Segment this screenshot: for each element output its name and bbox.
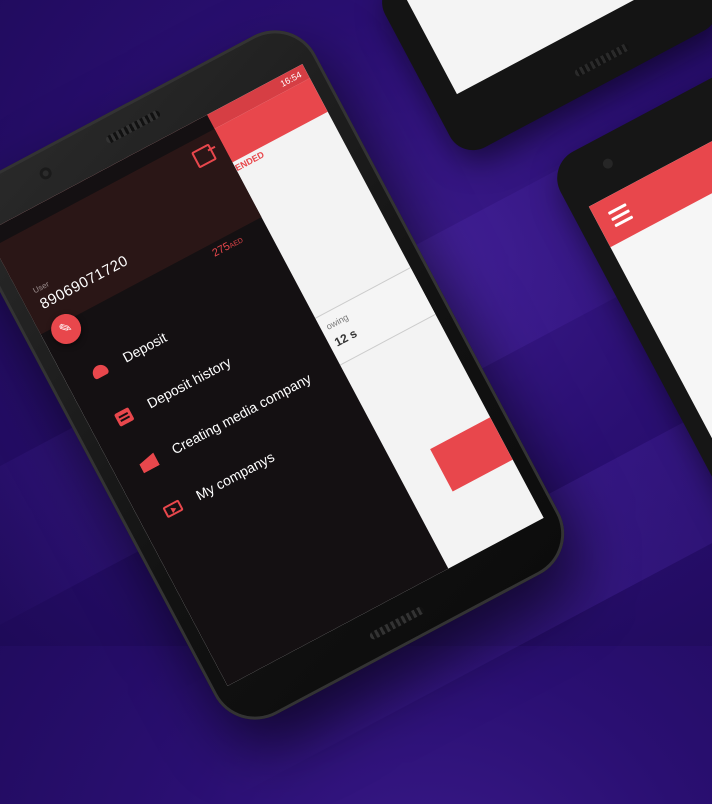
user-phone-number: 89069071720	[37, 252, 132, 313]
exit-icon[interactable]	[190, 143, 218, 169]
clapperboard-icon	[135, 450, 163, 476]
camera-icon	[601, 156, 615, 171]
hamburger-menu-icon	[607, 203, 634, 228]
menu-item-label: Deposit	[119, 329, 170, 366]
balance-currency: AED	[228, 237, 245, 250]
receipt-icon	[110, 404, 138, 430]
purse-icon	[86, 358, 114, 384]
app-bar	[588, 98, 712, 248]
background-phone-screen	[400, 0, 676, 95]
video-icon	[159, 496, 187, 522]
list-item-value: 12 s	[332, 326, 360, 350]
speaker-grille	[573, 42, 631, 78]
pencil-icon: ✎	[56, 318, 76, 340]
list-item[interactable]: owing 12 s	[315, 267, 436, 366]
